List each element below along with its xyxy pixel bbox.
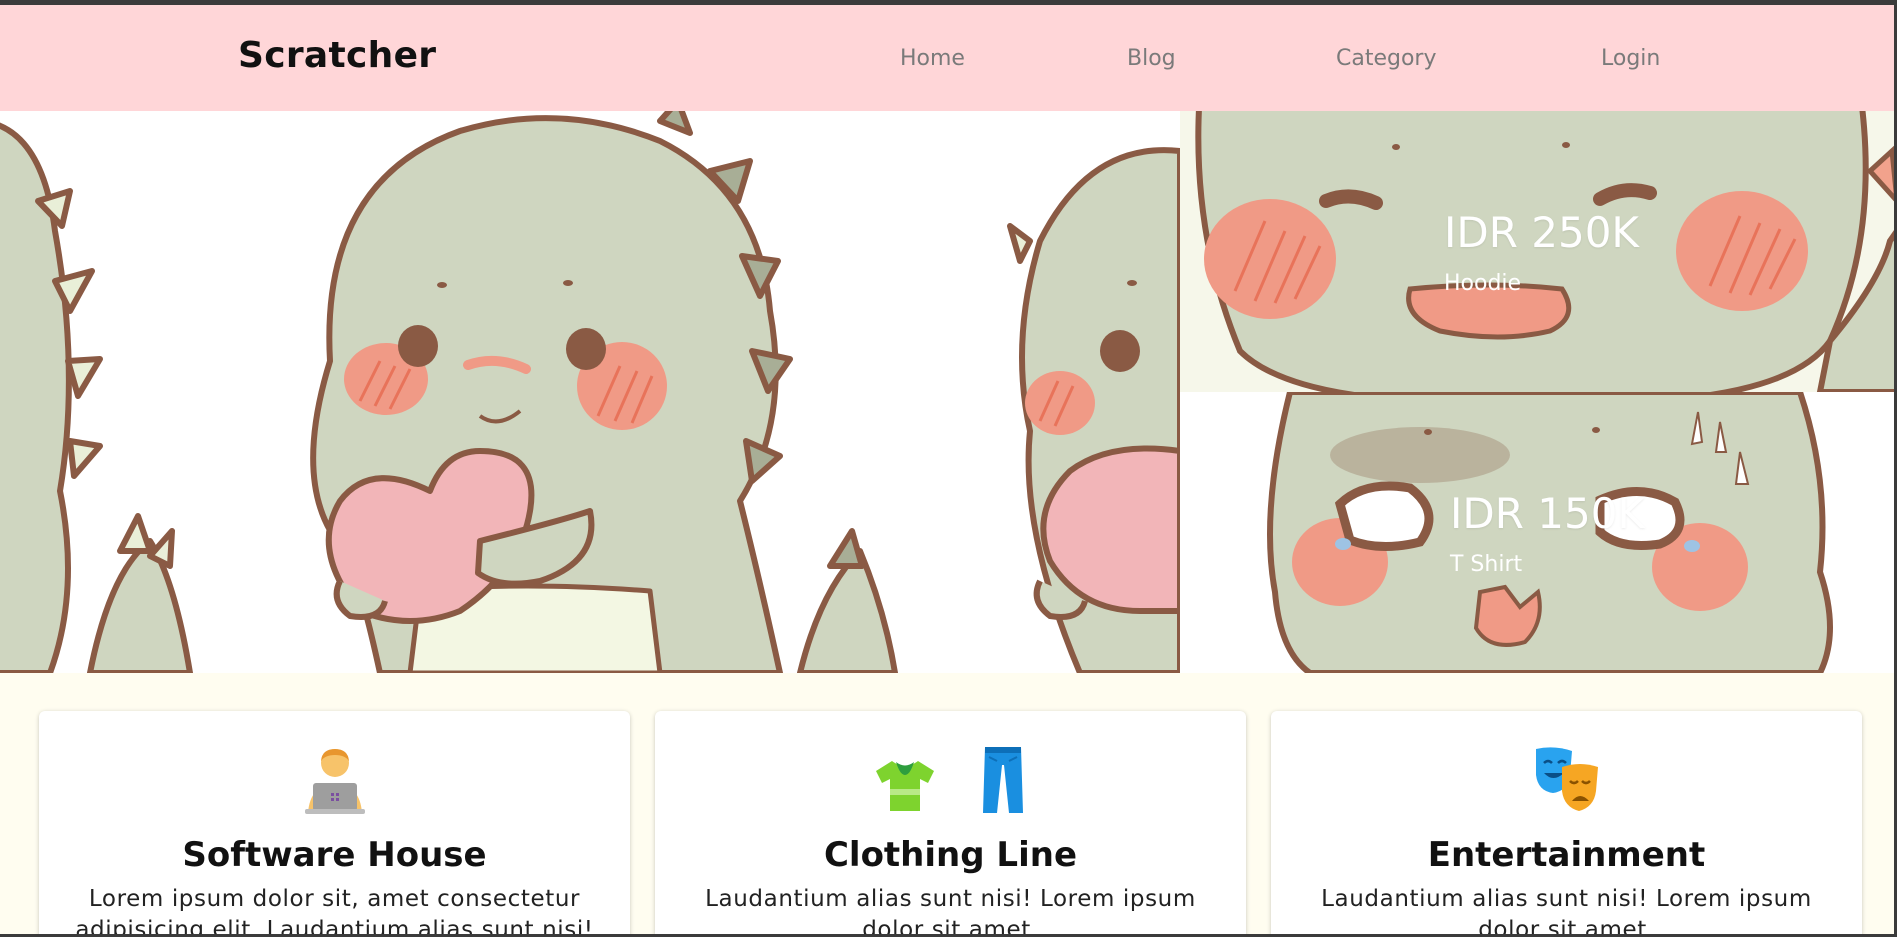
card-title: Clothing Line [823, 835, 1078, 875]
card-icon-group [39, 745, 630, 815]
technologist-laptop-icon [304, 749, 365, 814]
card-title: Entertainment [1427, 835, 1706, 875]
card-description: Laudantium alias sunt nisi! Lorem ipsum … [705, 886, 1196, 937]
promo-card-hoodie[interactable]: IDR 250K Hoodie [1180, 111, 1897, 392]
card-icon-group [655, 745, 1246, 815]
feature-card-clothing-line[interactable]: Clothing Line Laudantium alias sunt nisi… [655, 711, 1246, 937]
nav-link-category[interactable]: Category [1336, 46, 1437, 71]
brand-logo[interactable]: Scratcher [238, 35, 436, 76]
card-title: Software House [182, 835, 487, 875]
navbar: Scratcher Home Blog Category Login [0, 5, 1897, 111]
card-description: Laudantium alias sunt nisi! Lorem ipsum … [1321, 886, 1812, 937]
nav-link-home[interactable]: Home [900, 46, 965, 71]
card-icon-group [1271, 745, 1862, 815]
nav-link-login[interactable]: Login [1601, 46, 1660, 71]
jeans-icon [983, 747, 1024, 813]
promo-price-tshirt: IDR 150K [1450, 489, 1645, 538]
tshirt-icon [875, 761, 934, 811]
promo-product-hoodie: Hoodie [1444, 271, 1522, 296]
hero-banner-image [0, 111, 1180, 673]
card-description: Lorem ipsum dolor sit, amet consectetur … [75, 886, 594, 937]
feature-card-entertainment[interactable]: Entertainment Laudantium alias sunt nisi… [1271, 711, 1862, 937]
promo-product-tshirt: T Shirt [1450, 552, 1523, 577]
promo-price-hoodie: IDR 250K [1444, 208, 1639, 257]
promo-card-tshirt[interactable]: IDR 150K T Shirt [1180, 392, 1897, 673]
dino-heart-illustration [0, 111, 1180, 673]
nav-link-blog[interactable]: Blog [1127, 46, 1176, 71]
feature-card-software-house[interactable]: Software House Lorem ipsum dolor sit, am… [39, 711, 630, 937]
theater-masks-icon [1535, 747, 1598, 811]
